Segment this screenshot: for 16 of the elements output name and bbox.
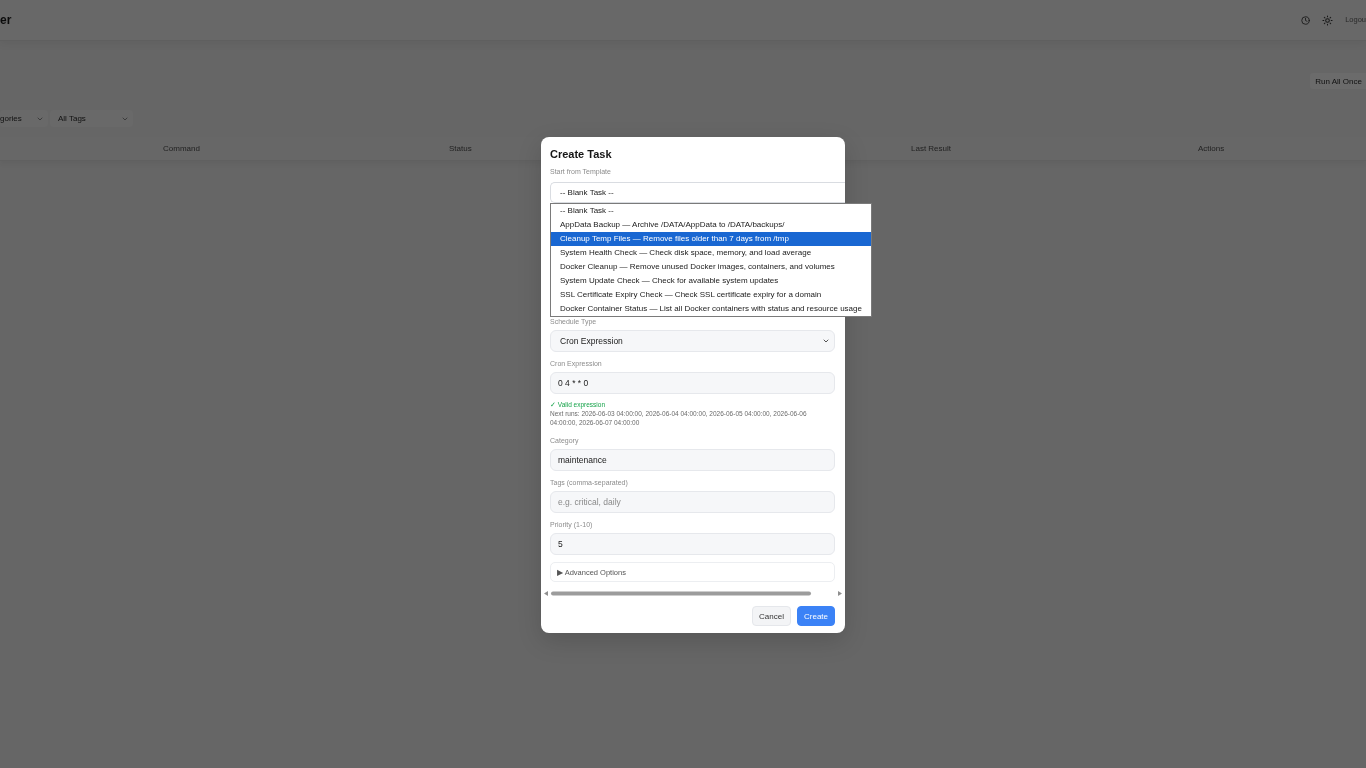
cron-expression-input[interactable]: 0 4 * * 0 [550, 372, 835, 394]
template-select[interactable]: -- Blank Task -- [550, 182, 845, 203]
category-input[interactable]: maintenance [550, 449, 835, 471]
chevron-icon [822, 337, 830, 345]
app-title: er [0, 13, 12, 27]
priority-input[interactable]: 5 [550, 533, 835, 555]
sun-icon[interactable] [1322, 14, 1334, 26]
template-option[interactable]: Cleanup Temp Files — Remove files older than 7 days from /tmp [551, 232, 871, 246]
cancel-button[interactable]: Cancel [752, 606, 791, 626]
dialog-title: Create Task [550, 147, 613, 162]
tags-input[interactable]: e.g. critical, daily [550, 491, 835, 513]
create-button[interactable]: Create [797, 606, 835, 626]
schedule-type-select[interactable]: Cron Expression [550, 330, 835, 352]
clock-icon[interactable] [1301, 15, 1311, 25]
actions-column-header: Actions [1198, 144, 1225, 153]
run-all-button[interactable]: Run All Once [1310, 73, 1366, 89]
